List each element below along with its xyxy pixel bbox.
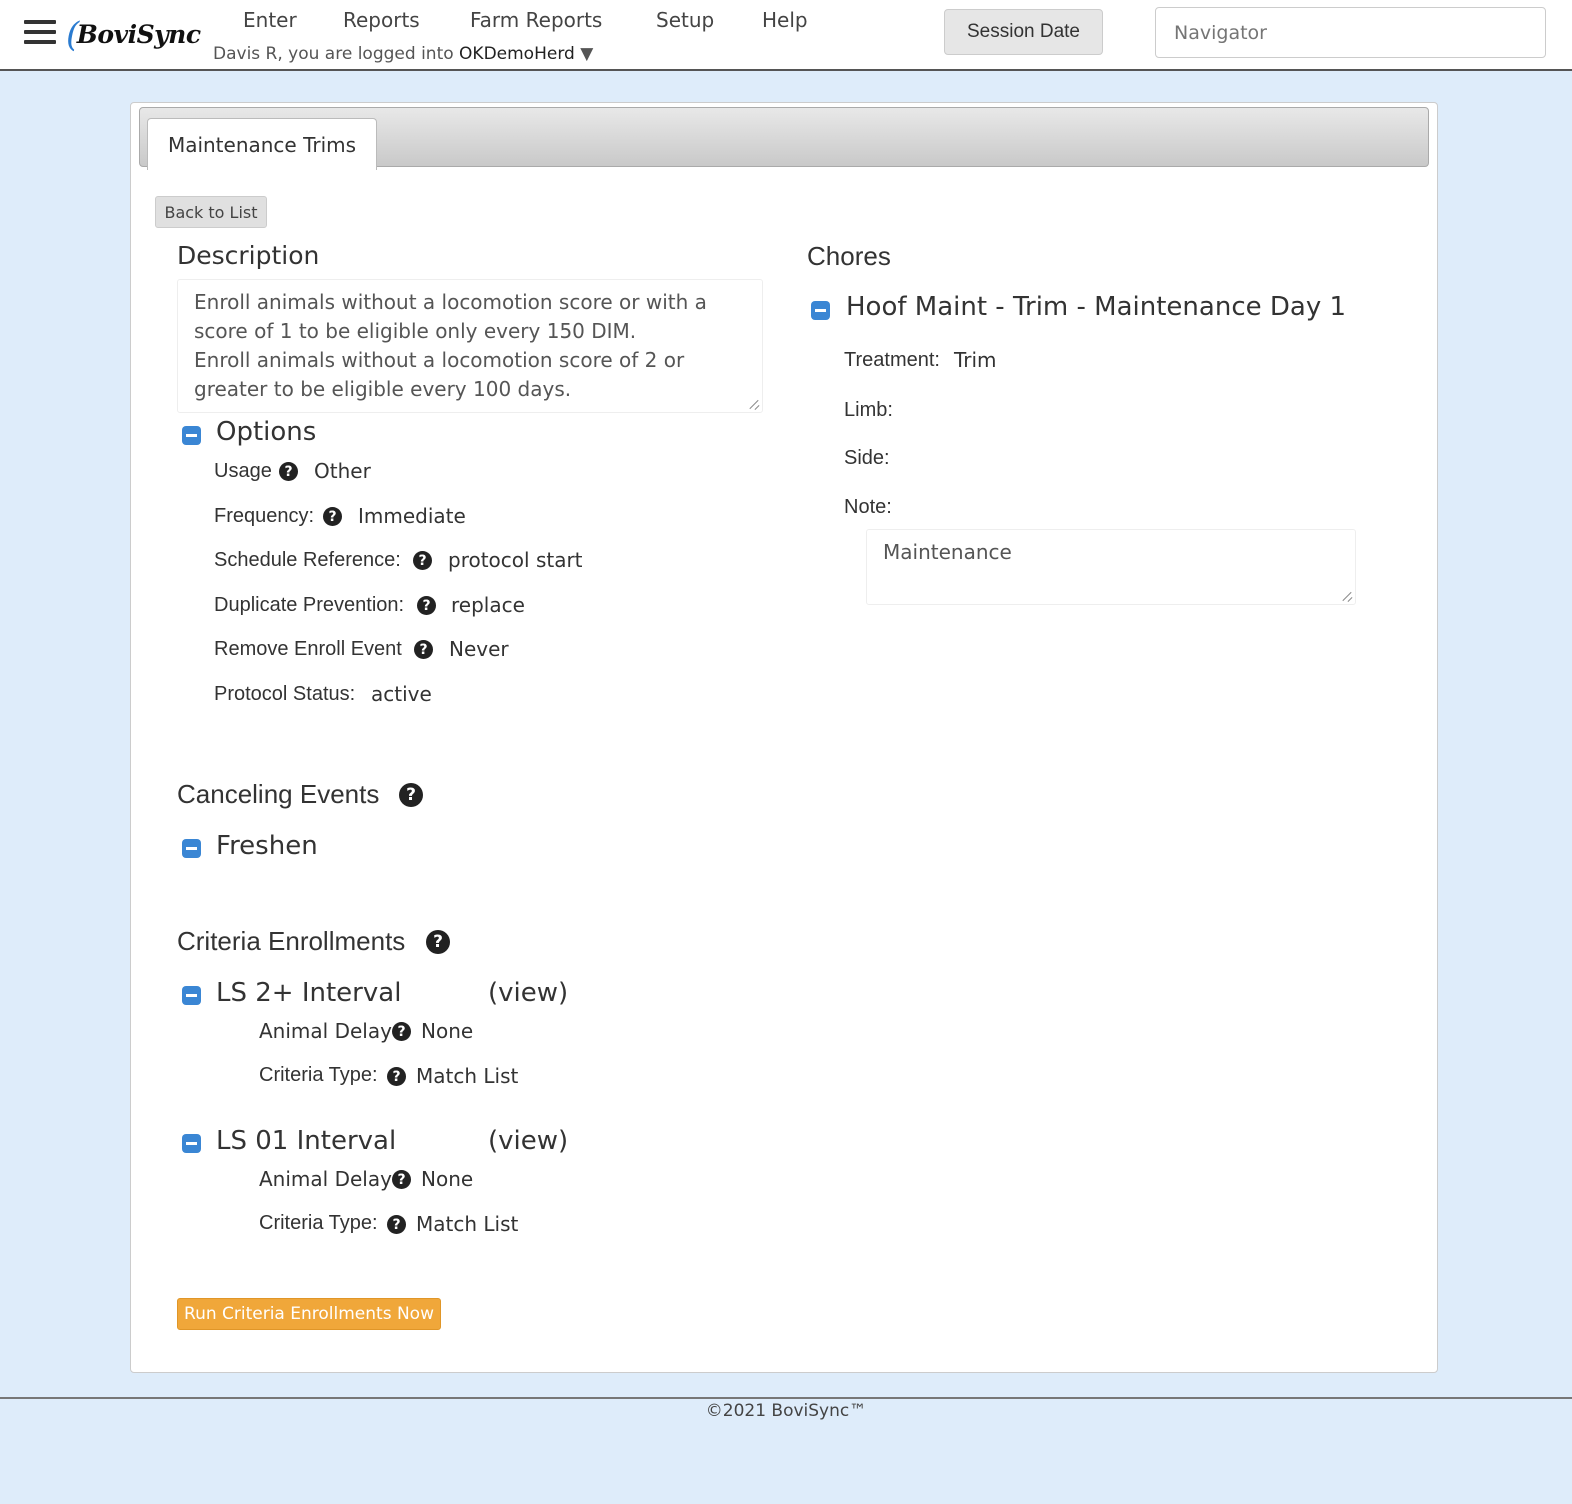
animal-delay-value: None	[421, 1019, 474, 1043]
collapse-chore-icon[interactable]	[811, 301, 830, 320]
option-value-duplicate-prevention: replace	[451, 593, 525, 617]
collapse-freshen-icon[interactable]	[182, 839, 201, 858]
footer-divider	[0, 1397, 1572, 1399]
canceling-event-item: Freshen	[216, 831, 318, 861]
footer-copyright: ©2021 BoviSync™	[705, 1401, 867, 1421]
help-icon[interactable]: ?	[387, 1067, 406, 1086]
help-icon[interactable]: ?	[279, 462, 298, 481]
criteria-enrollments-heading: Criteria Enrollments	[177, 926, 406, 956]
run-criteria-enrollments-button[interactable]: Run Criteria Enrollments Now	[177, 1298, 441, 1330]
side-label: Side:	[844, 447, 890, 469]
description-heading: Description	[177, 241, 320, 270]
options-heading: Options	[216, 417, 317, 447]
criteria-type-value: Match List	[416, 1064, 519, 1088]
criteria-type-label: Criteria Type:	[259, 1212, 378, 1234]
collapse-criteria-icon[interactable]	[182, 1134, 201, 1153]
resize-handle-icon[interactable]	[1343, 592, 1353, 602]
help-icon[interactable]: ?	[414, 640, 433, 659]
help-icon[interactable]: ?	[426, 930, 450, 954]
option-value-usage: Other	[314, 459, 371, 483]
note-label: Note:	[844, 496, 892, 518]
criteria-name: LS 01 Interval	[216, 1126, 397, 1156]
option-value-protocol-status: active	[371, 682, 432, 706]
tab-maintenance-trims[interactable]: Maintenance Trims	[147, 118, 377, 170]
animal-delay-label: Animal Delay	[259, 1167, 392, 1191]
login-prefix: Davis R, you are logged into	[213, 44, 454, 64]
animal-delay-label: Animal Delay	[259, 1019, 392, 1043]
option-label-frequency: Frequency:	[214, 505, 315, 527]
navigator-input[interactable]	[1155, 7, 1546, 58]
treatment-label: Treatment:	[844, 349, 940, 371]
help-icon[interactable]: ?	[392, 1022, 411, 1041]
note-text: Maintenance	[883, 540, 1012, 564]
nav-reports[interactable]: Reports	[343, 8, 420, 32]
option-label-usage: Usage	[214, 460, 272, 482]
note-textarea[interactable]: Maintenance	[866, 529, 1356, 605]
session-date-button[interactable]: Session Date	[944, 9, 1103, 55]
option-value-remove-enroll-event: Never	[449, 637, 509, 661]
nav-farm-reports[interactable]: Farm Reports	[470, 8, 602, 32]
help-icon[interactable]: ?	[392, 1170, 411, 1189]
option-label-schedule-reference: Schedule Reference:	[214, 549, 401, 571]
protocol-panel: Maintenance Trims Back to List Descripti…	[130, 102, 1438, 1373]
collapse-options-icon[interactable]	[182, 426, 201, 445]
top-bar: (BoviSync Enter Reports Farm Reports Set…	[0, 0, 1572, 71]
criteria-view-link[interactable]: (view)	[488, 1126, 568, 1156]
collapse-criteria-icon[interactable]	[182, 986, 201, 1005]
treatment-value: Trim	[954, 348, 997, 372]
help-icon[interactable]: ?	[387, 1215, 406, 1234]
option-value-schedule-reference: protocol start	[448, 548, 583, 572]
criteria-name: LS 2+ Interval	[216, 978, 402, 1008]
help-icon[interactable]: ?	[399, 783, 423, 807]
criteria-view-link[interactable]: (view)	[488, 978, 568, 1008]
back-to-list-button[interactable]: Back to List	[155, 196, 267, 228]
herd-selector[interactable]: OKDemoHerd	[459, 44, 575, 64]
tab-bar: Maintenance Trims	[139, 107, 1429, 170]
option-label-duplicate-prevention: Duplicate Prevention:	[214, 594, 405, 616]
nav-enter[interactable]: Enter	[243, 8, 297, 32]
limb-label: Limb:	[844, 399, 893, 421]
nav-setup[interactable]: Setup	[656, 8, 714, 32]
chore-title: Hoof Maint - Trim - Maintenance Day 1	[846, 292, 1347, 322]
criteria-type-label: Criteria Type:	[259, 1064, 378, 1086]
criteria-type-value: Match List	[416, 1212, 519, 1236]
resize-handle-icon[interactable]	[750, 400, 760, 410]
nav-help[interactable]: Help	[762, 8, 808, 32]
help-icon[interactable]: ?	[413, 551, 432, 570]
chores-heading: Chores	[807, 241, 891, 271]
option-value-frequency: Immediate	[358, 504, 466, 528]
option-label-protocol-status: Protocol Status:	[214, 683, 356, 705]
animal-delay-value: None	[421, 1167, 474, 1191]
help-icon[interactable]: ?	[417, 596, 436, 615]
description-text: Enroll animals without a locomotion scor…	[194, 290, 707, 401]
chevron-down-icon[interactable]: ▼	[580, 44, 593, 64]
menu-icon[interactable]	[24, 20, 56, 46]
help-icon[interactable]: ?	[323, 507, 342, 526]
canceling-events-heading: Canceling Events	[177, 779, 380, 809]
description-textarea[interactable]: Enroll animals without a locomotion scor…	[177, 279, 763, 413]
option-label-remove-enroll-event: Remove Enroll Event	[214, 638, 402, 660]
bovisync-logo[interactable]: (BoviSync	[66, 12, 201, 55]
login-status: Davis R, you are logged into OKDemoHerd …	[213, 44, 593, 64]
